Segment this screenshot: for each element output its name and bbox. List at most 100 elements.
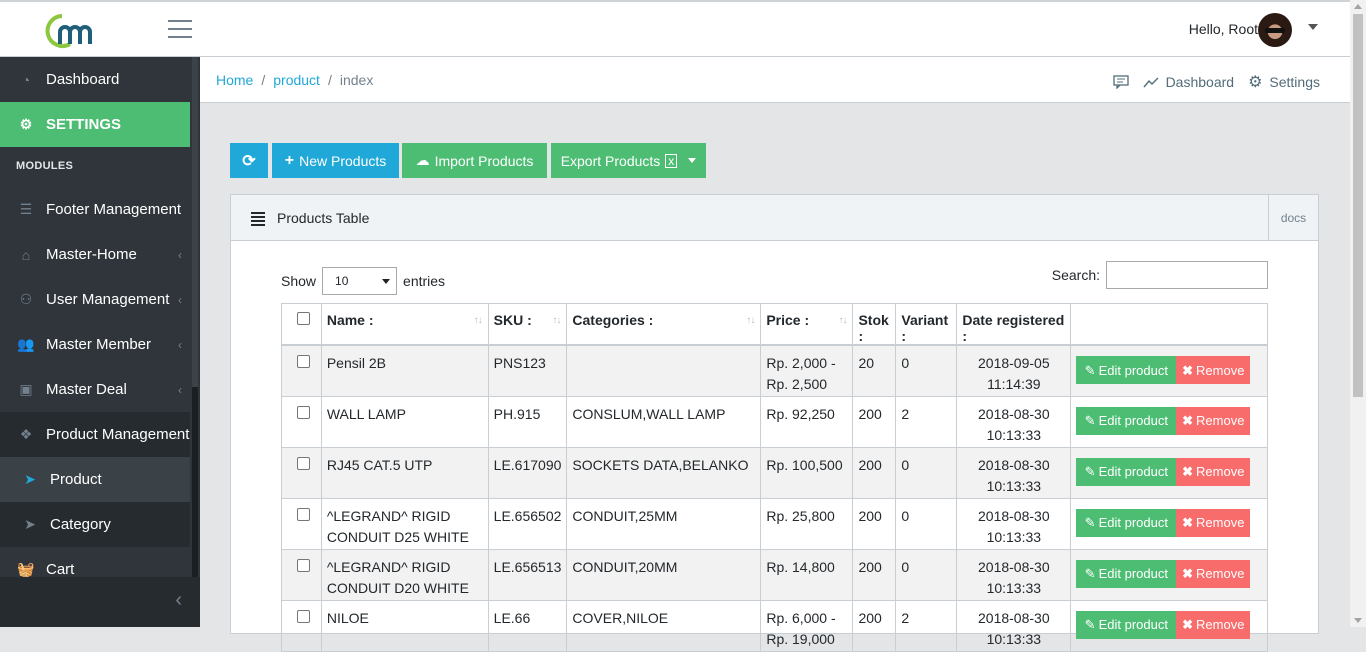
sidebar-item-product[interactable]: ➤ Product	[0, 457, 190, 502]
remove-button[interactable]: ✖ Remove	[1176, 559, 1251, 588]
entries-select[interactable]: 10	[322, 267, 398, 295]
sort-icon: ↑↓	[746, 315, 755, 326]
paper-plane-icon: ➤	[24, 516, 36, 532]
sidebar-item-category[interactable]: ➤ Category	[0, 502, 190, 547]
column-header-categories[interactable]: Categories : ↑↓	[566, 303, 762, 346]
cell-sku: PH.915	[487, 395, 568, 448]
edit-product-label: Edit product	[1098, 515, 1168, 530]
table-row: ^LEGRAND^ RIGID CONDUIT D25 WHITE LE.6565…	[281, 497, 1268, 550]
cell-date: 2018-08-30 10:13:33	[956, 599, 1072, 652]
cell-sku: LE.617090	[487, 446, 568, 499]
sidebar-item-user-management[interactable]: ⚇ User Management ‹	[0, 277, 190, 322]
new-products-button[interactable]: + New Products	[272, 143, 399, 178]
graph-icon	[1143, 77, 1159, 88]
sidebar-section-title: MODULES	[16, 160, 74, 172]
refresh-button[interactable]: ⟳	[230, 143, 268, 178]
remove-button[interactable]: ✖ Remove	[1176, 356, 1251, 384]
sidebar-minimizer-button[interactable]: ‹	[0, 577, 200, 627]
import-products-button[interactable]: ☁ Import Products	[402, 143, 547, 178]
edit-product-button[interactable]: ✎ Edit product	[1076, 559, 1177, 588]
column-header-date[interactable]: Date registered :	[956, 303, 1072, 346]
close-icon: ✖	[1182, 617, 1194, 632]
row-checkbox[interactable]	[297, 405, 310, 419]
cell-price: Rp. 2,000 - Rp. 2,500	[760, 344, 854, 397]
row-checkbox[interactable]	[297, 507, 310, 521]
sidebar-scrollbar[interactable]	[192, 57, 198, 577]
search-input[interactable]	[1106, 261, 1268, 289]
cell-date: 2018-08-30 10:13:33	[956, 395, 1072, 448]
row-checkbox[interactable]	[297, 558, 310, 572]
sidebar-item-footer-management[interactable]: ☰ Footer Management	[0, 187, 190, 232]
sidebar-item-master-member[interactable]: 👥 Master Member ‹	[0, 322, 190, 367]
sidebar-item-label: Footer Management	[46, 201, 182, 218]
cell-stok: 200	[852, 497, 897, 550]
remove-button[interactable]: ✖ Remove	[1176, 406, 1251, 435]
row-select-cell	[281, 446, 322, 499]
edit-product-label: Edit product	[1098, 413, 1168, 428]
edit-icon: ✎	[1084, 464, 1096, 479]
table-row: WALL LAMP PH.915 CONSLUM,WALL LAMP Rp. 92,2…	[281, 395, 1268, 448]
docs-link[interactable]: docs	[1268, 195, 1318, 240]
edit-icon: ✎	[1084, 515, 1096, 530]
entries-control: Show 10 entries	[281, 267, 445, 295]
breadcrumb-dashboard-link[interactable]: Dashboard	[1143, 74, 1234, 90]
cell-stok: 20	[852, 344, 897, 397]
edit-product-button[interactable]: ✎ Edit product	[1076, 457, 1177, 486]
scroll-up-icon[interactable]	[1354, 4, 1362, 9]
cell-sku: LE.66	[487, 599, 568, 652]
search-control: Search:	[1052, 261, 1268, 289]
chevron-down-icon[interactable]	[1308, 24, 1318, 30]
sidebar-item-dashboard[interactable]: ◔ Dashboard	[0, 57, 190, 102]
breadcrumb-home-link[interactable]: Home	[216, 72, 253, 88]
sidebar-item-label: Cart	[46, 561, 75, 578]
edit-product-button[interactable]: ✎ Edit product	[1076, 508, 1177, 537]
remove-button[interactable]: ✖ Remove	[1176, 508, 1251, 537]
row-checkbox[interactable]	[297, 456, 310, 470]
avatar[interactable]	[1258, 13, 1292, 47]
cell-variant: 0	[895, 497, 958, 550]
home-icon: ⌂	[21, 246, 31, 263]
row-checkbox[interactable]	[297, 609, 310, 623]
select-all-header	[281, 303, 322, 346]
column-label: Variant :	[901, 312, 949, 344]
export-products-button[interactable]: Export Products x	[551, 143, 706, 178]
scroll-down-icon[interactable]	[1354, 618, 1362, 623]
column-header-name[interactable]: Name : ↑↓	[320, 303, 489, 346]
sidebar-toggle-button[interactable]	[168, 20, 192, 40]
refresh-icon: ⟳	[242, 152, 256, 170]
edit-product-button[interactable]: ✎ Edit product	[1076, 610, 1177, 639]
entries-select-value: 10	[335, 274, 349, 288]
scrollbar-thumb[interactable]	[1353, 14, 1363, 397]
cell-variant: 0	[895, 344, 958, 397]
breadcrumb-comments-button[interactable]	[1112, 75, 1129, 89]
select-all-checkbox[interactable]	[297, 312, 310, 325]
edit-product-button[interactable]: ✎ Edit product	[1076, 406, 1177, 435]
brand-logo[interactable]	[40, 10, 120, 52]
sidebar-item-settings[interactable]: ⚙ SETTINGS	[0, 102, 190, 147]
column-header-price[interactable]: Price : ↑↓	[760, 303, 854, 346]
column-header-sku[interactable]: SKU : ↑↓	[487, 303, 568, 346]
breadcrumb-settings-link[interactable]: ⚙ Settings	[1248, 72, 1320, 92]
edit-product-label: Edit product	[1098, 566, 1168, 581]
sidebar-item-master-home[interactable]: ⌂ Master-Home ‹	[0, 232, 190, 277]
cell-name: Pensil 2B	[320, 344, 489, 397]
remove-button[interactable]: ✖ Remove	[1176, 610, 1251, 639]
cell-price: Rp. 92,250	[760, 395, 854, 448]
cloud-upload-icon: ☁	[415, 152, 430, 168]
sidebar-item-master-deal[interactable]: ▣ Master Deal ‹	[0, 367, 190, 412]
remove-button[interactable]: ✖ Remove	[1176, 457, 1251, 486]
cell-actions: ✎ Edit product ✖ Remove	[1070, 344, 1268, 397]
column-header-variant[interactable]: Variant :	[895, 303, 958, 346]
edit-product-button[interactable]: ✎ Edit product	[1076, 356, 1177, 384]
row-checkbox[interactable]	[297, 355, 310, 368]
products-table: Name : ↑↓ SKU : ↑↓ Categories : ↑↓ Price : ↑…	[281, 303, 1268, 652]
sidebar-item-product-management[interactable]: ❖ Product Management ⌄	[0, 412, 190, 457]
cell-date: 2018-08-30 10:13:33	[956, 446, 1072, 499]
column-label: Date registered :	[962, 312, 1065, 344]
edit-icon: ✎	[1084, 617, 1096, 632]
column-header-stok[interactable]: Stok :	[852, 303, 897, 346]
page-scrollbar[interactable]	[1350, 0, 1366, 627]
row-select-cell	[281, 497, 322, 550]
breadcrumb-product-link[interactable]: product	[273, 72, 320, 88]
breadcrumb-current: index	[339, 72, 374, 88]
